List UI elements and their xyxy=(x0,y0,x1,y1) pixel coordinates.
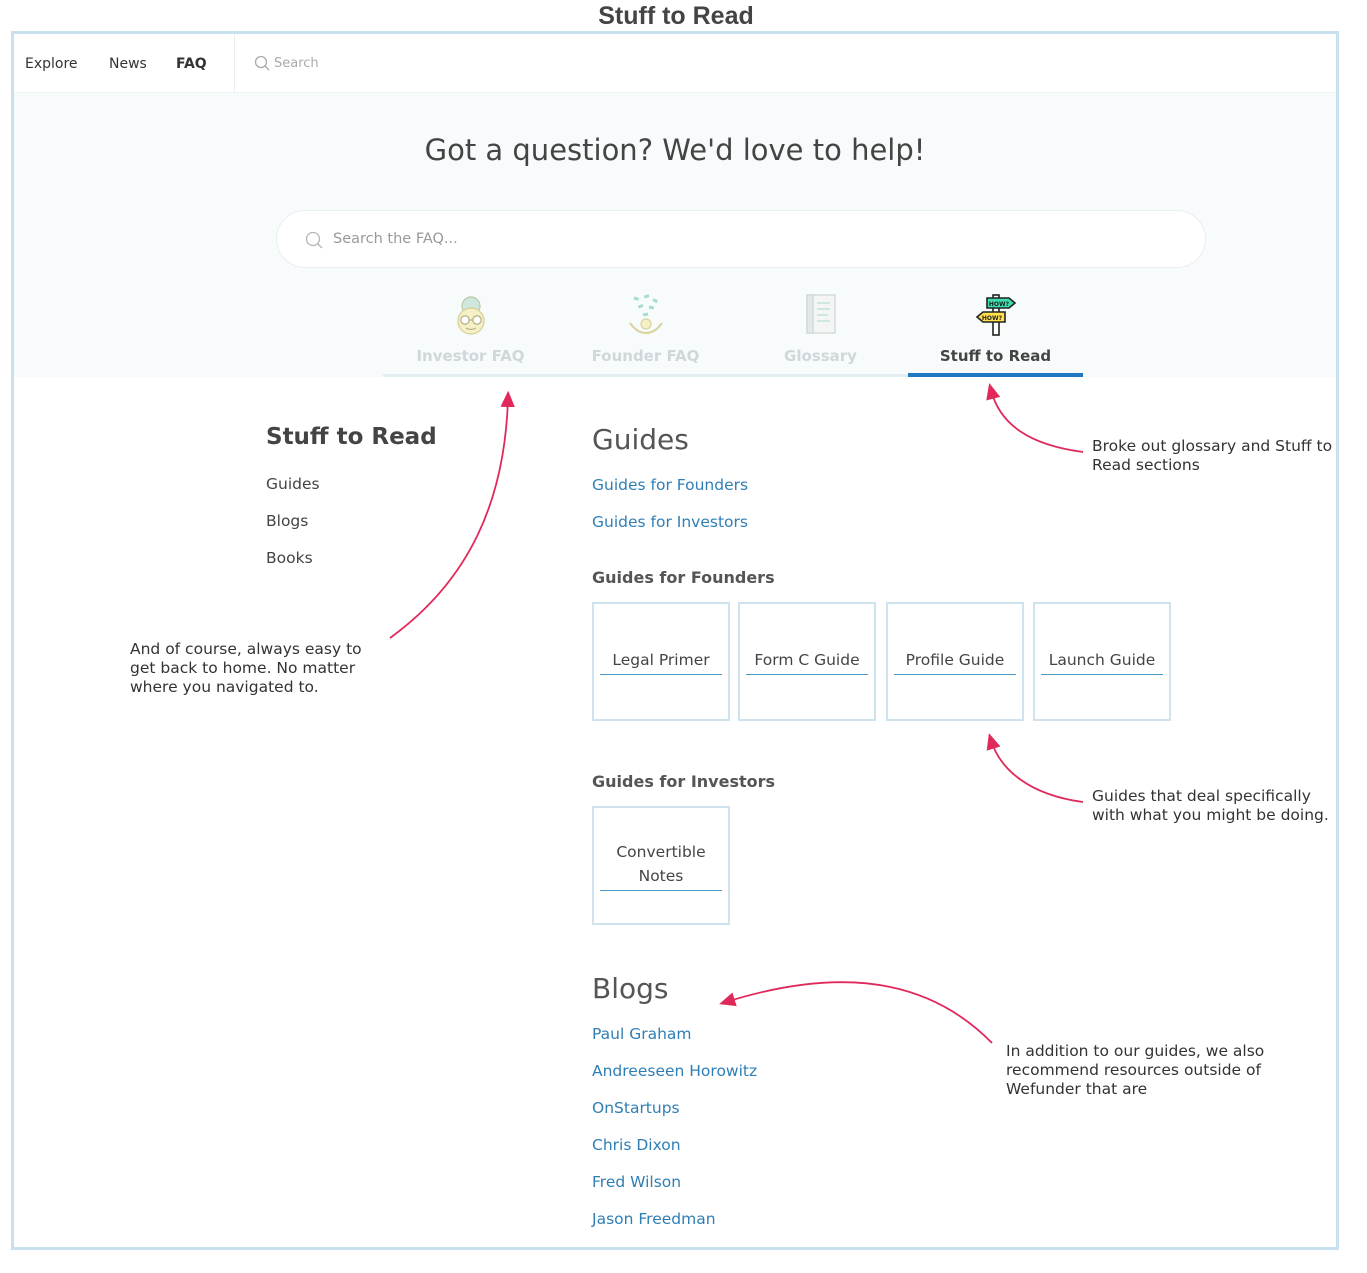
arrow-sections xyxy=(986,383,1084,453)
arrow-resources xyxy=(719,981,993,1044)
arrow-home xyxy=(389,390,515,639)
annotation-arrows xyxy=(389,383,1084,1044)
arrow-guides xyxy=(986,733,1084,803)
